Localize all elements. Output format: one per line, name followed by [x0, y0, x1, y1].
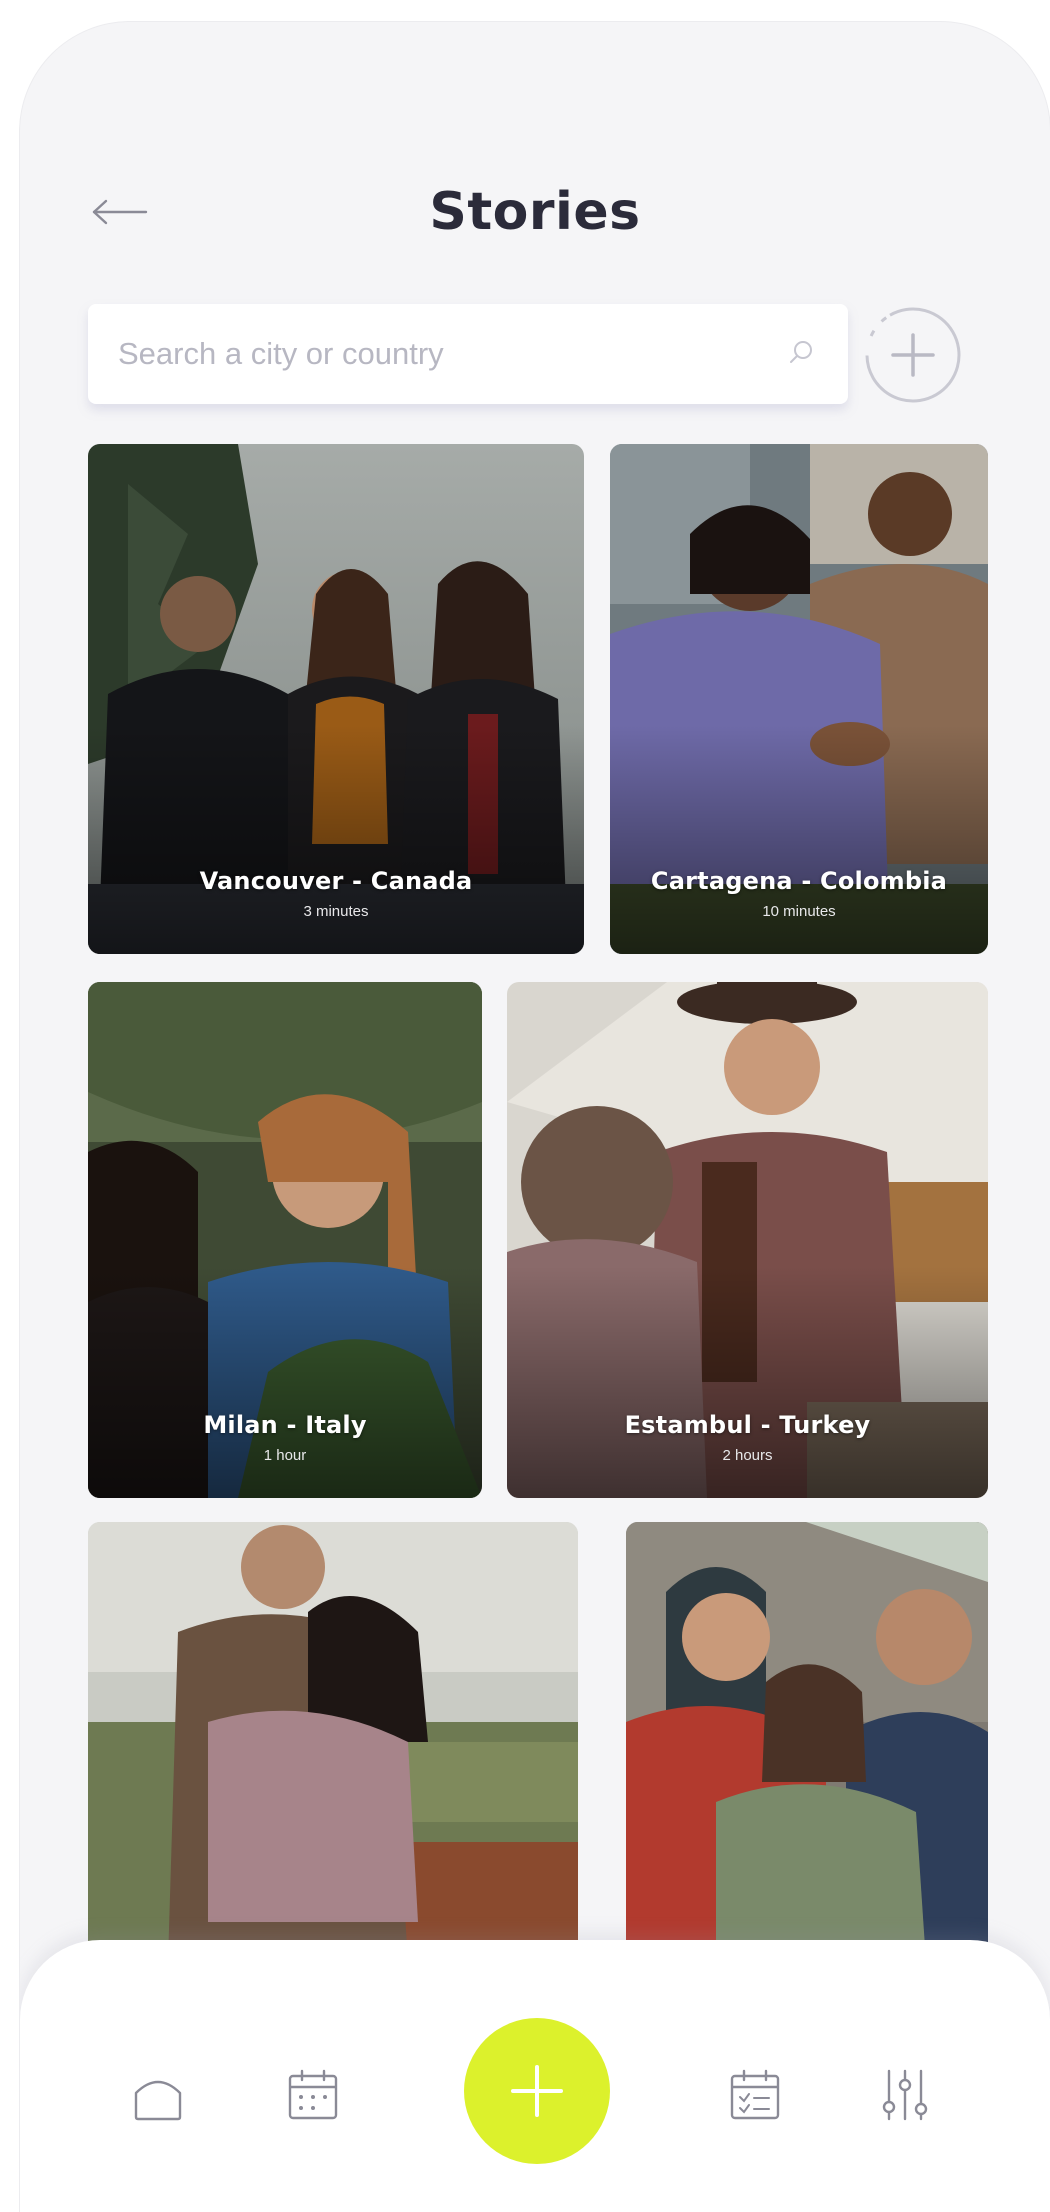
- home-icon: [134, 2080, 182, 2121]
- story-card-milan[interactable]: Milan - Italy 1 hour: [88, 982, 482, 1498]
- plus-icon: [891, 333, 935, 377]
- bottom-navigation: [20, 1940, 1050, 2212]
- nav-calendar[interactable]: [278, 2060, 348, 2130]
- calendar-icon: [288, 2069, 338, 2120]
- story-caption: Milan - Italy 1 hour: [88, 1411, 482, 1464]
- story-city: Cartagena - Colombia: [650, 867, 948, 895]
- app-screen: Stories Search a city or country Vancouv…: [20, 22, 1050, 2212]
- sliders-icon: [882, 2069, 928, 2121]
- story-card-embrace[interactable]: [88, 1522, 578, 1962]
- checklist-icon: [730, 2069, 780, 2120]
- story-caption: Estambul - Turkey 2 hours: [507, 1411, 988, 1464]
- story-card-vancouver[interactable]: Vancouver - Canada 3 minutes: [88, 444, 584, 954]
- add-button[interactable]: [464, 2018, 610, 2164]
- story-city: Vancouver - Canada: [199, 867, 473, 895]
- story-city: Estambul - Turkey: [624, 1411, 871, 1439]
- story-card-family[interactable]: [626, 1522, 988, 1962]
- add-story-button[interactable]: [863, 305, 963, 405]
- story-card-cartagena[interactable]: Cartagena - Colombia 10 minutes: [610, 444, 988, 954]
- nav-tasks[interactable]: [720, 2060, 790, 2130]
- nav-settings[interactable]: [870, 2060, 940, 2130]
- story-city: Milan - Italy: [203, 1411, 367, 1439]
- search-bar: [88, 304, 848, 404]
- search-input[interactable]: [116, 335, 760, 373]
- story-photo: [626, 1522, 988, 1962]
- story-duration: 1 hour: [263, 1447, 307, 1464]
- story-duration: 2 hours: [722, 1447, 773, 1464]
- story-caption: Cartagena - Colombia 10 minutes: [610, 867, 988, 920]
- story-duration: 10 minutes: [762, 903, 836, 920]
- nav-home[interactable]: [123, 2060, 193, 2130]
- story-card-estambul[interactable]: Estambul - Turkey 2 hours: [507, 982, 988, 1498]
- page-title: Stories: [429, 182, 641, 242]
- search-icon[interactable]: [786, 338, 816, 368]
- story-photo: [88, 1522, 578, 1962]
- plus-icon: [511, 2065, 563, 2117]
- story-duration: 3 minutes: [303, 903, 369, 920]
- story-caption: Vancouver - Canada 3 minutes: [88, 867, 584, 920]
